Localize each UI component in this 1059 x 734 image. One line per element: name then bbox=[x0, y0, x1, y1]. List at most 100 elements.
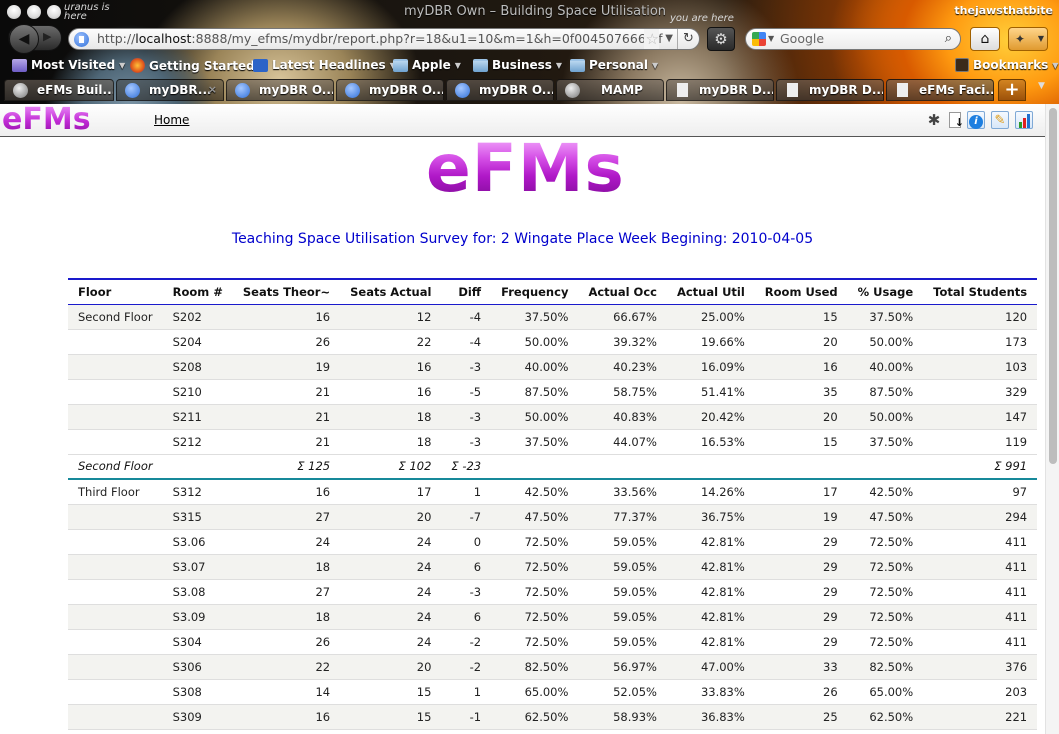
bookmark-label: Getting Started bbox=[149, 58, 255, 73]
forward-button[interactable]: ▶ bbox=[43, 30, 51, 43]
cell-diff: -3 bbox=[441, 404, 492, 430]
chevron-down-icon[interactable]: ▼ bbox=[1038, 28, 1044, 50]
table-row: S211 21 18 -3 50.00% 40.83% 20.42% 20 50.00% 147 bbox=[68, 404, 1038, 430]
column-header-seats-theoretical[interactable]: Seats Theor~ bbox=[233, 279, 340, 304]
bookmark-latest-headlines[interactable]: Latest Headlines ▼ bbox=[253, 58, 396, 72]
column-header-actual-util[interactable]: Actual Util bbox=[667, 279, 755, 304]
tab-label: MAMP bbox=[601, 83, 643, 97]
cell-room-used bbox=[754, 454, 848, 480]
cell-diff: -3 bbox=[441, 579, 492, 605]
cell-diff: -3 bbox=[441, 354, 492, 380]
table-body: Second Floor S202 16 12 -4 37.50% 66.67% 25.00%… bbox=[68, 304, 1038, 730]
cell-actual-util: 36.75% bbox=[666, 504, 755, 530]
tab-efms-facilities[interactable]: eFMs Faci... bbox=[886, 79, 994, 101]
cell-frequency: 72.50% bbox=[491, 629, 579, 655]
tab-mydbr-d-2[interactable]: myDBR D... bbox=[776, 79, 884, 101]
bookmark-getting-started[interactable]: Getting Started bbox=[130, 58, 255, 73]
bookmark-most-visited[interactable]: Most Visited ▼ bbox=[12, 58, 125, 72]
home-button[interactable]: ⌂ bbox=[970, 27, 1000, 51]
cell-diff: -7 bbox=[441, 504, 492, 530]
cell-floor: Third Floor bbox=[68, 479, 163, 505]
search-engine-dropdown-icon[interactable]: ▼ bbox=[768, 29, 774, 49]
edit-button[interactable]: ✎ bbox=[991, 111, 1009, 129]
google-engine-icon[interactable] bbox=[752, 32, 766, 46]
forward-arrow-icon: ▶ bbox=[43, 30, 52, 43]
persona-icon: ✦ bbox=[1015, 32, 1026, 46]
tab-mydbr-active[interactable]: myDBR... × bbox=[116, 79, 224, 101]
minimize-window-button[interactable] bbox=[27, 5, 41, 19]
column-header-diff[interactable]: Diff bbox=[441, 279, 491, 304]
tab-efms-building[interactable]: eFMs Buil... bbox=[4, 79, 114, 101]
cell-seats-actual: 20 bbox=[340, 654, 442, 680]
cell-pct-usage: 72.50% bbox=[847, 604, 924, 630]
cell-diff: 6 bbox=[441, 604, 492, 630]
firefox-icon bbox=[130, 58, 145, 73]
cell-total-students: 97 bbox=[923, 479, 1038, 505]
bookmarks-menu-button[interactable]: Bookmarks ▼ bbox=[955, 58, 1058, 72]
url-bar[interactable]: http://localhost:8888/my_efms/mydbr/repo… bbox=[68, 28, 700, 50]
cell-seats-theoretical: 21 bbox=[232, 379, 341, 405]
home-link[interactable]: Home bbox=[154, 113, 189, 127]
bookmark-folder-business[interactable]: Business ▼ bbox=[473, 58, 562, 72]
bookmark-folder-personal[interactable]: Personal ▼ bbox=[570, 58, 658, 72]
chart-icon-bar bbox=[1019, 122, 1022, 128]
column-header-room[interactable]: Room # bbox=[163, 279, 233, 304]
column-header-floor[interactable]: Floor bbox=[68, 279, 163, 304]
reload-button[interactable]: ↻ bbox=[677, 29, 699, 49]
table-row: S3.06 24 24 0 72.50% 59.05% 42.81% 29 72.50% 411 bbox=[68, 529, 1038, 555]
cell-room: S204 bbox=[162, 329, 233, 355]
cell-total-students: 411 bbox=[923, 554, 1038, 580]
settings-gear-icon[interactable]: ✱ bbox=[925, 111, 943, 129]
zoom-window-button[interactable] bbox=[47, 5, 61, 19]
new-tab-button[interactable]: + bbox=[998, 79, 1026, 101]
column-header-room-used[interactable]: Room Used bbox=[755, 279, 848, 304]
column-header-total-students[interactable]: Total Students bbox=[923, 279, 1037, 304]
cell-room-used: 35 bbox=[754, 379, 848, 405]
list-all-tabs-icon[interactable]: ▼ bbox=[1038, 81, 1045, 91]
cell-room-used: 15 bbox=[754, 429, 848, 455]
tools-gear-button[interactable]: ⚙ bbox=[707, 27, 735, 51]
column-header-frequency[interactable]: Frequency bbox=[491, 279, 578, 304]
search-magnifier-icon[interactable]: ⌕ bbox=[945, 29, 952, 49]
cell-seats-theoretical: 16 bbox=[232, 479, 341, 505]
close-window-button[interactable] bbox=[7, 5, 21, 19]
bookmark-star-icon[interactable]: ☆ bbox=[643, 29, 659, 49]
cell-seats-actual: 18 bbox=[340, 429, 442, 455]
efms-logo-small[interactable]: eFMs bbox=[2, 104, 91, 137]
cell-actual-occ: 44.07% bbox=[578, 429, 667, 455]
url-history-dropdown-icon[interactable]: ▼ bbox=[665, 29, 673, 49]
back-arrow-icon: ◀ bbox=[18, 31, 30, 47]
tab-mydbr-own-1[interactable]: myDBR O... bbox=[226, 79, 334, 101]
tab-mydbr-own-3[interactable]: myDBR O... bbox=[446, 79, 554, 101]
search-input[interactable]: ▼ Google ⌕ bbox=[745, 28, 961, 50]
column-header-seats-actual[interactable]: Seats Actual bbox=[340, 279, 441, 304]
chart-button[interactable] bbox=[1015, 111, 1033, 129]
cell-seats-actual: 24 bbox=[340, 579, 442, 605]
export-document-icon[interactable] bbox=[949, 112, 964, 132]
close-tab-icon[interactable]: × bbox=[208, 80, 217, 100]
bookmark-label: Bookmarks bbox=[973, 58, 1049, 72]
cell-room-used: 20 bbox=[754, 329, 848, 355]
column-header-actual-occ[interactable]: Actual Occ bbox=[578, 279, 667, 304]
cell-floor bbox=[68, 579, 163, 605]
vertical-scrollbar[interactable] bbox=[1045, 104, 1059, 734]
tab-label: eFMs Buil... bbox=[37, 83, 114, 97]
back-button[interactable]: ◀ bbox=[9, 24, 39, 54]
cell-pct-usage: 72.50% bbox=[847, 554, 924, 580]
bookmark-label: Most Visited bbox=[31, 58, 116, 72]
scrollbar-thumb[interactable] bbox=[1049, 108, 1057, 464]
site-identity-icon[interactable] bbox=[74, 32, 89, 47]
cell-actual-occ: 40.23% bbox=[578, 354, 667, 380]
tab-mydbr-own-2[interactable]: myDBR O... bbox=[336, 79, 444, 101]
cell-room-used: 29 bbox=[754, 554, 848, 580]
column-header-pct-usage[interactable]: % Usage bbox=[848, 279, 924, 304]
cell-actual-util: 20.42% bbox=[666, 404, 755, 430]
cell-room-used: 29 bbox=[754, 604, 848, 630]
addon-persona-button[interactable]: ✦ ▼ bbox=[1008, 27, 1048, 51]
tab-mamp[interactable]: MAMP bbox=[556, 79, 664, 101]
table-row: S309 16 15 -1 62.50% 58.93% 36.83% 25 62.50% 221 bbox=[68, 704, 1038, 730]
cell-total-students: 119 bbox=[923, 429, 1038, 455]
tab-mydbr-d-1[interactable]: myDBR D... bbox=[666, 79, 774, 101]
info-button[interactable]: i bbox=[967, 111, 985, 129]
bookmark-folder-apple[interactable]: Apple ▼ bbox=[393, 58, 461, 72]
